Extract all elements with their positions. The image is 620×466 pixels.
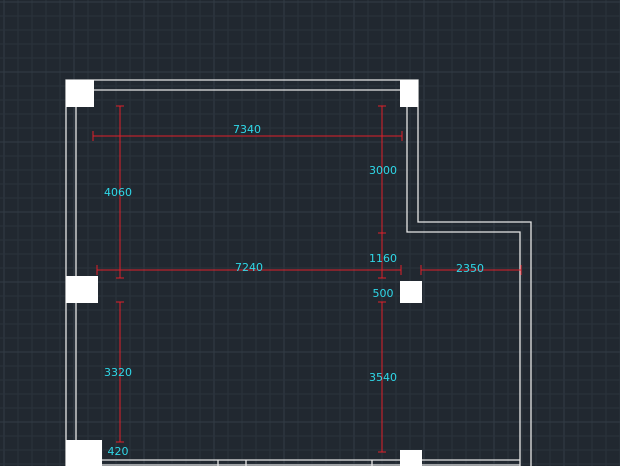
dim-label-middle-width: 7240 <box>235 261 263 274</box>
dim-label-right-upper: 3000 <box>369 164 397 177</box>
dim-label-left-lower: 3320 <box>104 366 132 379</box>
column-mid-right <box>400 281 422 303</box>
dimension-lines <box>92 105 522 453</box>
column-top-left <box>66 80 94 107</box>
dim-label-bottom-gap: 420 <box>108 445 129 458</box>
column-bottom-left <box>66 440 102 466</box>
dim-label-right-lower: 3540 <box>369 371 397 384</box>
column-top-right <box>400 80 418 107</box>
column-mid-left <box>66 276 98 303</box>
column-bottom-right <box>400 450 422 466</box>
drawing-grid <box>0 0 620 466</box>
dim-label-left-upper: 4060 <box>104 186 132 199</box>
dim-label-right-offset: 2350 <box>456 262 484 275</box>
dim-label-right-mid: 1160 <box>369 252 397 265</box>
cad-floor-plan[interactable]: 7340 4060 3000 1160 7240 2350 500 3320 3… <box>0 0 620 466</box>
dim-label-column-gap: 500 <box>373 287 394 300</box>
dim-label-top-width: 7340 <box>233 123 261 136</box>
